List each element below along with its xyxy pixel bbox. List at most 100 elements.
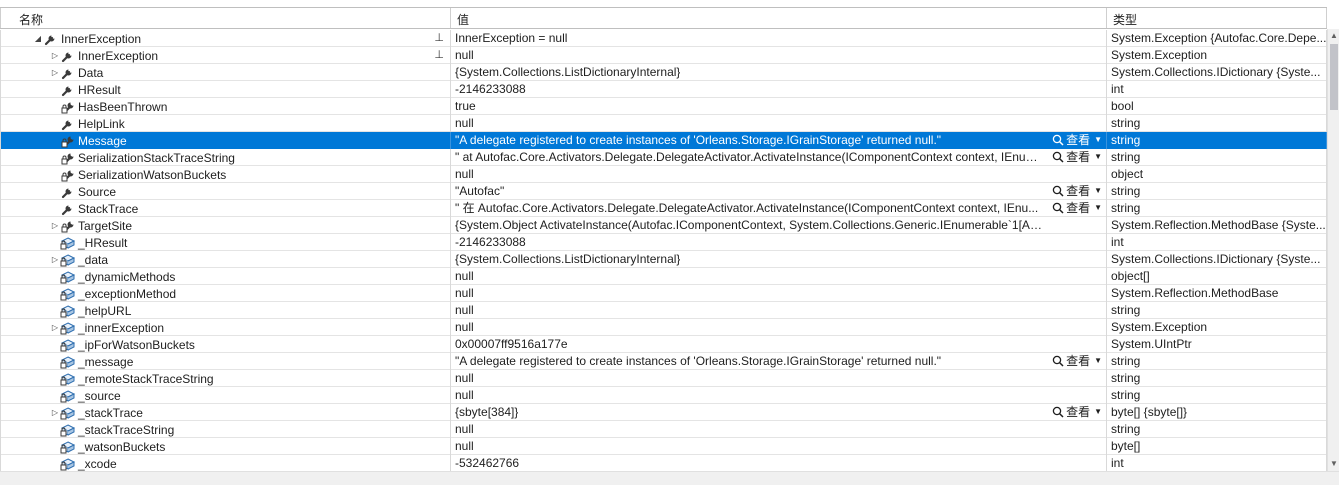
- table-row[interactable]: SerializationStackTraceString " at Autofa…: [0, 149, 1327, 166]
- value-cell[interactable]: -2146233088: [451, 234, 1107, 251]
- name-cell[interactable]: _exceptionMethod: [0, 285, 451, 302]
- table-row[interactable]: _remoteStackTraceString null string: [0, 370, 1327, 387]
- name-cell[interactable]: _remoteStackTraceString: [0, 370, 451, 387]
- type-cell[interactable]: int: [1107, 455, 1327, 472]
- type-cell[interactable]: string: [1107, 302, 1327, 319]
- value-cell[interactable]: null: [451, 285, 1107, 302]
- value-cell[interactable]: null: [451, 302, 1107, 319]
- scroll-up-arrow-icon[interactable]: ▲: [1330, 31, 1338, 40]
- dropdown-arrow-icon[interactable]: ▼: [1094, 183, 1102, 199]
- name-cell[interactable]: ▷ TargetSite: [0, 217, 451, 234]
- table-row[interactable]: _dynamicMethods null object[]: [0, 268, 1327, 285]
- type-cell[interactable]: bool: [1107, 98, 1327, 115]
- expand-arrow-icon[interactable]: ▷: [50, 405, 60, 421]
- value-cell[interactable]: -532462766: [451, 455, 1107, 472]
- name-cell[interactable]: ▷ _data: [0, 251, 451, 268]
- type-cell[interactable]: string: [1107, 115, 1327, 132]
- value-cell[interactable]: null: [451, 421, 1107, 438]
- expand-arrow-icon[interactable]: ▷: [50, 320, 60, 336]
- name-cell[interactable]: HResult: [0, 81, 451, 98]
- collapse-arrow-icon[interactable]: ◢: [33, 31, 43, 47]
- value-cell[interactable]: " 在 Autofac.Core.Activators.Delegate.Del…: [451, 200, 1107, 217]
- visualizer-button[interactable]: 查看 ▼: [1052, 149, 1102, 165]
- table-row[interactable]: _stackTraceString null string: [0, 421, 1327, 438]
- pin-icon[interactable]: ⊥: [434, 47, 444, 63]
- value-cell[interactable]: {System.Collections.ListDictionaryIntern…: [451, 251, 1107, 268]
- name-cell[interactable]: HelpLink: [0, 115, 451, 132]
- table-row[interactable]: ▷ InnerException ⊥ null System.Exception: [0, 47, 1327, 64]
- dropdown-arrow-icon[interactable]: ▼: [1094, 200, 1102, 216]
- table-row[interactable]: Message "A delegate registered to create …: [0, 132, 1327, 149]
- table-row[interactable]: HelpLink null string: [0, 115, 1327, 132]
- value-cell[interactable]: null: [451, 387, 1107, 404]
- value-cell[interactable]: null: [451, 166, 1107, 183]
- name-cell[interactable]: ◢ InnerException ⊥: [0, 30, 451, 47]
- value-cell[interactable]: {System.Object ActivateInstance(Autofac.…: [451, 217, 1107, 234]
- type-cell[interactable]: System.Exception: [1107, 319, 1327, 336]
- name-cell[interactable]: _watsonBuckets: [0, 438, 451, 455]
- name-cell[interactable]: ▷ _innerException: [0, 319, 451, 336]
- type-cell[interactable]: System.Reflection.MethodBase: [1107, 285, 1327, 302]
- dropdown-arrow-icon[interactable]: ▼: [1094, 353, 1102, 369]
- name-cell[interactable]: _HResult: [0, 234, 451, 251]
- value-cell[interactable]: "A delegate registered to create instanc…: [451, 132, 1107, 149]
- dropdown-arrow-icon[interactable]: ▼: [1094, 404, 1102, 420]
- visualizer-button[interactable]: 查看 ▼: [1052, 353, 1102, 369]
- name-cell[interactable]: Source: [0, 183, 451, 200]
- type-cell[interactable]: System.Collections.IDictionary {Syste...: [1107, 64, 1327, 81]
- table-row[interactable]: ▷ TargetSite {System.Object ActivateInstan…: [0, 217, 1327, 234]
- name-cell[interactable]: _source: [0, 387, 451, 404]
- type-cell[interactable]: byte[] {sbyte[]}: [1107, 404, 1327, 421]
- value-cell[interactable]: "Autofac" 查看 ▼: [451, 183, 1107, 200]
- type-cell[interactable]: int: [1107, 81, 1327, 98]
- table-row[interactable]: _message "A delegate registered to create…: [0, 353, 1327, 370]
- name-cell[interactable]: ▷ Data: [0, 64, 451, 81]
- table-row[interactable]: HResult -2146233088 int: [0, 81, 1327, 98]
- table-row[interactable]: ◢ InnerException ⊥ InnerException = null Sys…: [0, 30, 1327, 47]
- type-cell[interactable]: System.Exception {Autofac.Core.Depe...: [1107, 30, 1327, 47]
- scroll-down-arrow-icon[interactable]: ▼: [1330, 459, 1338, 468]
- visualizer-button[interactable]: 查看 ▼: [1052, 183, 1102, 199]
- visualizer-button[interactable]: 查看 ▼: [1052, 132, 1102, 148]
- type-cell[interactable]: string: [1107, 353, 1327, 370]
- value-cell[interactable]: null: [451, 370, 1107, 387]
- type-cell[interactable]: string: [1107, 132, 1327, 149]
- name-cell[interactable]: _stackTraceString: [0, 421, 451, 438]
- type-cell[interactable]: System.UIntPtr: [1107, 336, 1327, 353]
- table-row[interactable]: _helpURL null string: [0, 302, 1327, 319]
- type-cell[interactable]: System.Reflection.MethodBase {Syste...: [1107, 217, 1327, 234]
- name-cell[interactable]: StackTrace: [0, 200, 451, 217]
- name-cell[interactable]: SerializationWatsonBuckets: [0, 166, 451, 183]
- table-row[interactable]: Source "Autofac" 查看 ▼ string: [0, 183, 1327, 200]
- table-row[interactable]: _xcode -532462766 int: [0, 455, 1327, 472]
- table-row[interactable]: _ipForWatsonBuckets 0x00007ff9516a177e Sys…: [0, 336, 1327, 353]
- table-row[interactable]: _HResult -2146233088 int: [0, 234, 1327, 251]
- table-row[interactable]: HasBeenThrown true bool: [0, 98, 1327, 115]
- value-cell[interactable]: null: [451, 268, 1107, 285]
- value-cell[interactable]: " at Autofac.Core.Activators.Delegate.De…: [451, 149, 1107, 166]
- type-cell[interactable]: int: [1107, 234, 1327, 251]
- type-cell[interactable]: object: [1107, 166, 1327, 183]
- expand-arrow-icon[interactable]: ▷: [50, 218, 60, 234]
- name-cell[interactable]: _xcode: [0, 455, 451, 472]
- expand-arrow-icon[interactable]: ▷: [50, 65, 60, 81]
- column-header-type[interactable]: 类型: [1107, 8, 1327, 28]
- value-cell[interactable]: 0x00007ff9516a177e: [451, 336, 1107, 353]
- table-row[interactable]: _source null string: [0, 387, 1327, 404]
- type-cell[interactable]: object[]: [1107, 268, 1327, 285]
- name-cell[interactable]: SerializationStackTraceString: [0, 149, 451, 166]
- table-row[interactable]: StackTrace " 在 Autofac.Core.Activators.De…: [0, 200, 1327, 217]
- type-cell[interactable]: byte[]: [1107, 438, 1327, 455]
- value-cell[interactable]: true: [451, 98, 1107, 115]
- value-cell[interactable]: null: [451, 115, 1107, 132]
- pin-icon[interactable]: ⊥: [434, 30, 444, 46]
- value-cell[interactable]: "A delegate registered to create instanc…: [451, 353, 1107, 370]
- name-cell[interactable]: _helpURL: [0, 302, 451, 319]
- type-cell[interactable]: string: [1107, 183, 1327, 200]
- table-row[interactable]: ▷ _innerException null System.Exception: [0, 319, 1327, 336]
- name-cell[interactable]: _dynamicMethods: [0, 268, 451, 285]
- expand-arrow-icon[interactable]: ▷: [50, 48, 60, 64]
- table-row[interactable]: ▷ Data {System.Collections.ListDictionaryI…: [0, 64, 1327, 81]
- value-cell[interactable]: {sbyte[384]} 查看 ▼: [451, 404, 1107, 421]
- type-cell[interactable]: System.Exception: [1107, 47, 1327, 64]
